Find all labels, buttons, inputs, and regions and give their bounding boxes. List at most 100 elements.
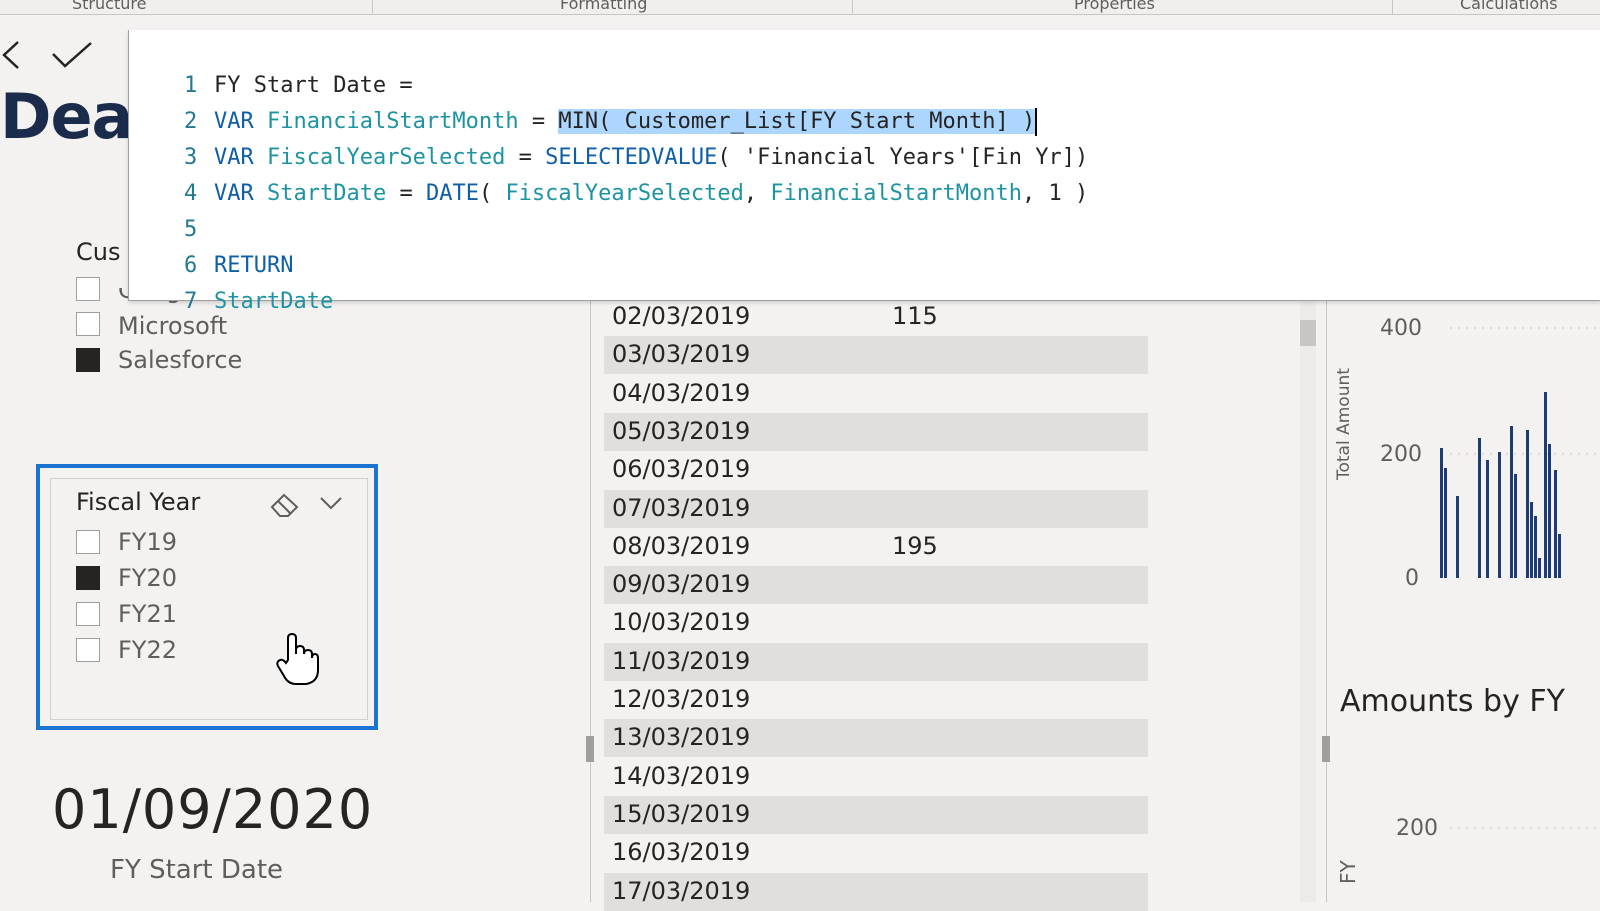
argument-variable: FinancialStartMonth xyxy=(770,181,1023,206)
total-amount-column-chart xyxy=(1440,327,1600,578)
comma: , xyxy=(743,181,771,206)
table-row: 12/03/2019 xyxy=(604,681,1148,719)
date-cell: 17/03/2019 xyxy=(612,876,751,905)
checkmark-icon[interactable] xyxy=(50,40,94,70)
code-line-5: 5 xyxy=(129,179,214,242)
amounts-by-fy-chart-title: Amounts by FY xyxy=(1340,684,1565,719)
code-line-1: 1 FY Start Date = xyxy=(129,35,413,98)
checkbox-google-inc[interactable] xyxy=(76,277,100,301)
close-icon[interactable] xyxy=(0,40,24,70)
customer-slicer-title: Cus xyxy=(76,238,121,266)
amount-cell: 195 xyxy=(892,531,938,560)
date-cell: 08/03/2019 xyxy=(612,531,751,560)
column-bar xyxy=(1534,516,1537,578)
column-bar xyxy=(1440,448,1443,578)
checkbox-fy20[interactable] xyxy=(76,566,100,590)
chevron-down-icon[interactable] xyxy=(318,494,344,512)
column-bar xyxy=(1526,430,1529,578)
function-name: DATE xyxy=(425,181,479,206)
table-row: 08/03/2019 195 xyxy=(604,528,1148,566)
table-row: 17/03/2019 xyxy=(604,872,1148,911)
code-line-4: 4 VAR StartDate = DATE( FiscalYearSelecte… xyxy=(129,143,1088,206)
slicer-item-fy20[interactable]: FY20 xyxy=(118,564,177,594)
column-bar xyxy=(1514,474,1517,578)
keyword: VAR xyxy=(213,181,254,206)
checkbox-fy22[interactable] xyxy=(76,638,100,662)
date-cell: 14/03/2019 xyxy=(612,761,751,790)
paren: ( xyxy=(478,181,506,206)
code-line-3: 3 VAR FiscalYearSelected = SELECTEDVALUE(… xyxy=(129,107,1088,170)
y-tick-label: 0 xyxy=(1405,566,1419,591)
variable-name: StartDate xyxy=(266,181,387,206)
fy-start-date-card-value: 01/09/2020 xyxy=(52,778,374,841)
column-bar xyxy=(1498,452,1501,578)
table-row: 06/03/2019 xyxy=(604,451,1148,489)
formula-controls xyxy=(0,30,128,80)
column-bar xyxy=(1444,468,1447,578)
date-cell: 05/03/2019 xyxy=(612,416,751,445)
ribbon-divider xyxy=(372,0,373,14)
table-row: 07/03/2019 xyxy=(604,489,1148,528)
table-row: 16/03/2019 xyxy=(604,834,1148,872)
table-row: 03/03/2019 xyxy=(604,336,1148,375)
eraser-icon[interactable] xyxy=(268,490,302,518)
fiscal-year-slicer[interactable]: Fiscal Year FY19 FY20 FY21 FY22 xyxy=(36,464,378,730)
code-line-2: 2 VAR FinancialStartMonth = MIN( Customer… xyxy=(129,71,1038,136)
code-line-7: 7 StartDate xyxy=(129,251,333,314)
fiscal-year-slicer-title: Fiscal Year xyxy=(76,488,201,516)
resize-handle[interactable] xyxy=(1322,736,1330,762)
fy-start-date-card-label: FY Start Date xyxy=(110,855,284,885)
column-bar xyxy=(1456,496,1459,578)
date-amount-table: 02/03/2019 115 03/03/2019 04/03/2019 05/03/2… xyxy=(592,298,1322,911)
function-args: , 1 ) xyxy=(1022,181,1089,206)
slicer-item-fy22[interactable]: FY22 xyxy=(118,636,177,666)
y-axis-label: FY xyxy=(1336,860,1360,884)
date-cell: 02/03/2019 xyxy=(612,302,751,330)
ribbon: Structure Formatting Properties Calculat… xyxy=(0,0,1600,15)
report-title: Dea xyxy=(0,80,133,153)
visual-divider xyxy=(590,298,591,902)
date-cell: 06/03/2019 xyxy=(612,455,751,484)
checkbox-fy19[interactable] xyxy=(76,530,100,554)
date-cell: 13/03/2019 xyxy=(612,723,751,752)
amount-cell: 115 xyxy=(892,302,938,330)
column-bar xyxy=(1558,534,1561,578)
date-cell: 03/03/2019 xyxy=(612,340,751,369)
checkbox-fy21[interactable] xyxy=(76,602,100,626)
line-number: 7 xyxy=(183,289,198,314)
column-bar xyxy=(1544,392,1547,578)
dax-formula-editor[interactable]: 1 FY Start Date = 2 VAR FinancialStartMont… xyxy=(128,30,1600,314)
column-bars xyxy=(1440,392,1561,578)
argument-variable: FiscalYearSelected xyxy=(505,181,744,206)
date-cell: 15/03/2019 xyxy=(612,799,751,828)
table-row: 13/03/2019 xyxy=(604,719,1148,758)
return-variable: StartDate xyxy=(213,289,334,314)
column-bar xyxy=(1548,444,1551,578)
checkbox-microsoft[interactable] xyxy=(76,312,100,336)
table-row: 10/03/2019 xyxy=(604,604,1148,642)
date-cell: 11/03/2019 xyxy=(612,646,751,675)
date-cell: 12/03/2019 xyxy=(612,685,751,713)
table-row: 09/03/2019 xyxy=(604,566,1148,605)
date-cell: 10/03/2019 xyxy=(612,608,751,637)
slicer-item-fy21[interactable]: FY21 xyxy=(118,600,177,630)
slicer-item-fy19[interactable]: FY19 xyxy=(118,528,177,558)
date-cell: 04/03/2019 xyxy=(612,378,751,407)
checkbox-salesforce[interactable] xyxy=(76,348,100,372)
column-bar xyxy=(1486,460,1489,578)
table-scroll-thumb[interactable] xyxy=(1300,320,1316,346)
gridline xyxy=(1450,827,1600,829)
ribbon-section-calculations[interactable]: Calculations xyxy=(1460,0,1558,13)
table-row: 04/03/2019 xyxy=(604,375,1148,413)
ribbon-divider xyxy=(1392,0,1393,14)
ribbon-section-formatting[interactable]: Formatting xyxy=(560,0,647,13)
column-bar xyxy=(1530,502,1533,578)
y-tick-label: 200 xyxy=(1380,442,1422,467)
visual-divider xyxy=(1326,298,1327,902)
ribbon-section-properties[interactable]: Properties xyxy=(1074,0,1155,13)
table-row: 14/03/2019 xyxy=(604,758,1148,796)
table-scrollbar[interactable] xyxy=(1300,298,1316,902)
ribbon-section-structure[interactable]: Structure xyxy=(72,0,146,13)
y-tick-label: 400 xyxy=(1380,316,1422,341)
column-bar xyxy=(1538,558,1541,578)
